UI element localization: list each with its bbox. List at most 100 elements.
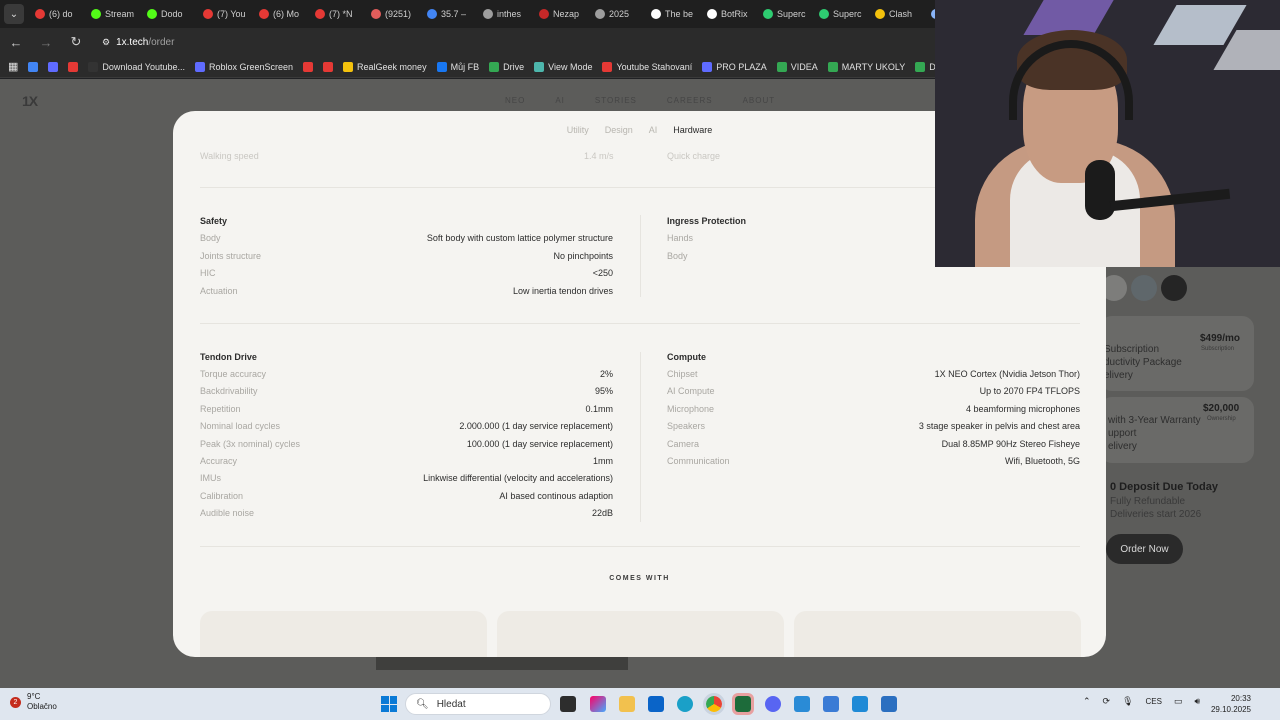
browser-tab[interactable]: Superc xyxy=(758,2,812,26)
site-nav-careers[interactable]: CAREERS xyxy=(667,96,713,105)
bookmark-item[interactable] xyxy=(68,61,79,72)
tendon-row-label: Nominal load cycles xyxy=(200,421,281,432)
volume-icon[interactable]: 🔊︎ xyxy=(1195,696,1201,707)
bookmark-item[interactable] xyxy=(303,61,314,72)
terminal-icon[interactable] xyxy=(732,693,754,715)
site-logo[interactable]: 1X xyxy=(22,93,38,109)
ownership-price: $20,000 xyxy=(1203,403,1240,414)
bookmark-item[interactable]: View Mode xyxy=(534,61,592,72)
site-nav-stories[interactable]: STORIES xyxy=(595,96,637,105)
bookmark-item[interactable] xyxy=(323,61,334,72)
microphone-icon[interactable]: 🎙︎ xyxy=(1122,696,1133,707)
outlook-icon[interactable] xyxy=(648,696,664,712)
comes-with-card[interactable] xyxy=(497,611,784,657)
site-info-icon[interactable]: ⚙ xyxy=(102,37,110,48)
clock[interactable]: 20:33 29.10.2025 xyxy=(1209,693,1251,715)
site-nav-neo[interactable]: NEO xyxy=(505,96,525,105)
sync-icon[interactable]: ⟳ xyxy=(1103,696,1111,707)
browser-tab[interactable]: (7) You xyxy=(198,2,252,26)
color-swatch-black[interactable] xyxy=(1161,275,1187,301)
bookmark-item[interactable]: RealGeek money xyxy=(343,61,427,72)
discord-icon[interactable] xyxy=(765,696,781,712)
bookmark-item[interactable]: Download Youtube... xyxy=(88,61,185,72)
address-bar[interactable]: ⚙ 1x.tech/order xyxy=(102,37,174,48)
deposit-delivery: Deliveries start 2026 xyxy=(1110,509,1202,520)
tendon-row-label: Repetition xyxy=(200,403,241,414)
chrome-icon[interactable] xyxy=(703,693,725,715)
browser-tab[interactable]: (7) *N xyxy=(310,2,364,26)
app-icon[interactable] xyxy=(794,696,810,712)
bookmark-label: VIDEA xyxy=(790,61,818,72)
browser-tab[interactable]: Dodo xyxy=(142,2,196,26)
bookmark-item[interactable]: Drive xyxy=(489,61,524,72)
tab-design[interactable]: Design xyxy=(605,125,633,135)
tendon-row-value: Linkwise differential (velocity and acce… xyxy=(423,473,613,484)
tab-utility[interactable]: Utility xyxy=(567,125,589,135)
ownership-option-card[interactable]: with 3-Year Warranty upport elivery $20,… xyxy=(1100,397,1254,463)
browser-tab[interactable]: BotRix xyxy=(702,2,756,26)
site-nav-about[interactable]: ABOUT xyxy=(743,96,776,105)
reload-icon[interactable]: ↻ xyxy=(68,34,84,50)
bookmark-icon xyxy=(702,61,713,72)
compute-row-label: AI Compute xyxy=(667,386,715,397)
tab-hardware[interactable]: Hardware xyxy=(673,125,712,135)
bookmark-item[interactable]: PRO PLAZA xyxy=(702,61,767,72)
subscription-option-card[interactable]: Subscription ductivity Package elivery $… xyxy=(1100,316,1254,391)
browser-tab[interactable]: Nezap xyxy=(534,2,588,26)
comes-with-card[interactable] xyxy=(794,611,1081,657)
tab-ai[interactable]: AI xyxy=(649,125,658,135)
file-explorer-icon[interactable] xyxy=(619,696,635,712)
app-icon[interactable] xyxy=(881,696,897,712)
apps-grid-icon[interactable]: ▦ xyxy=(8,60,18,73)
tendon-row-label: Peak (3x nominal) cycles xyxy=(200,438,301,449)
browser-tab[interactable]: 2025 xyxy=(590,2,644,26)
background-image-strip xyxy=(376,656,628,670)
bookmark-item[interactable]: Můj FB xyxy=(436,61,479,72)
bookmark-item[interactable]: MARTY UKOLY xyxy=(827,61,905,72)
tendon-row-value: 0.1mm xyxy=(585,403,613,414)
tab-search-button[interactable]: ⌄ xyxy=(4,4,24,24)
chevron-up-icon[interactable]: ⌃ xyxy=(1083,696,1091,707)
bookmark-item[interactable]: VIDEA xyxy=(776,61,818,72)
bookmark-icon xyxy=(303,61,314,72)
edge-icon[interactable] xyxy=(677,696,693,712)
browser-tab[interactable]: (9251) xyxy=(366,2,420,26)
compute-row-value: 1X NEO Cortex (Nvidia Jetson Thor) xyxy=(934,369,1080,379)
bookmark-item[interactable]: Youtube Stahovaní xyxy=(602,61,692,72)
browser-tab[interactable]: The be xyxy=(646,2,700,26)
back-icon[interactable]: ← xyxy=(8,35,24,50)
browser-tab[interactable]: Superc xyxy=(814,2,868,26)
forward-icon[interactable]: → xyxy=(38,35,54,50)
comes-with-card[interactable] xyxy=(200,611,487,657)
weather-widget[interactable]: 2 9°C Oblačno xyxy=(10,692,57,712)
tab-title: 35.7 – xyxy=(441,9,467,19)
color-swatch-slate[interactable] xyxy=(1131,275,1157,301)
walking-speed-label: Walking speed xyxy=(200,151,259,161)
taskbar-search[interactable]: 🔍︎ Hledat xyxy=(405,693,551,715)
bookmark-icon xyxy=(68,61,79,72)
browser-tab[interactable]: 35.7 – xyxy=(422,2,476,26)
browser-tab[interactable]: Stream xyxy=(86,2,140,26)
task-view-icon[interactable] xyxy=(560,696,576,712)
order-now-button[interactable]: Order Now xyxy=(1106,534,1183,564)
copilot-icon[interactable] xyxy=(590,696,606,712)
site-nav-ai[interactable]: AI xyxy=(555,96,565,105)
bookmark-item[interactable]: Roblox GreenScreen xyxy=(194,61,293,72)
tendon-row-label: Torque accuracy xyxy=(200,369,267,379)
network-icon[interactable]: ▭ xyxy=(1174,696,1183,707)
bookmark-item[interactable] xyxy=(28,61,39,72)
start-button[interactable] xyxy=(381,696,397,712)
browser-tab[interactable]: Clash xyxy=(870,2,924,26)
tab-title: Superc xyxy=(833,9,862,19)
bookmark-item[interactable] xyxy=(48,61,59,72)
browser-tab[interactable]: (6) do xyxy=(30,2,84,26)
tab-favicon-icon xyxy=(371,9,381,19)
safety-row-value: No pinchpoints xyxy=(553,250,613,261)
app-icon[interactable] xyxy=(823,696,839,712)
browser-tab[interactable]: inthes xyxy=(478,2,532,26)
tab-favicon-icon xyxy=(203,9,213,19)
app-icon[interactable] xyxy=(852,696,868,712)
language-indicator[interactable]: CES xyxy=(1146,697,1162,706)
browser-tab[interactable]: (6) Mo xyxy=(254,2,308,26)
tab-favicon-icon xyxy=(35,9,45,19)
